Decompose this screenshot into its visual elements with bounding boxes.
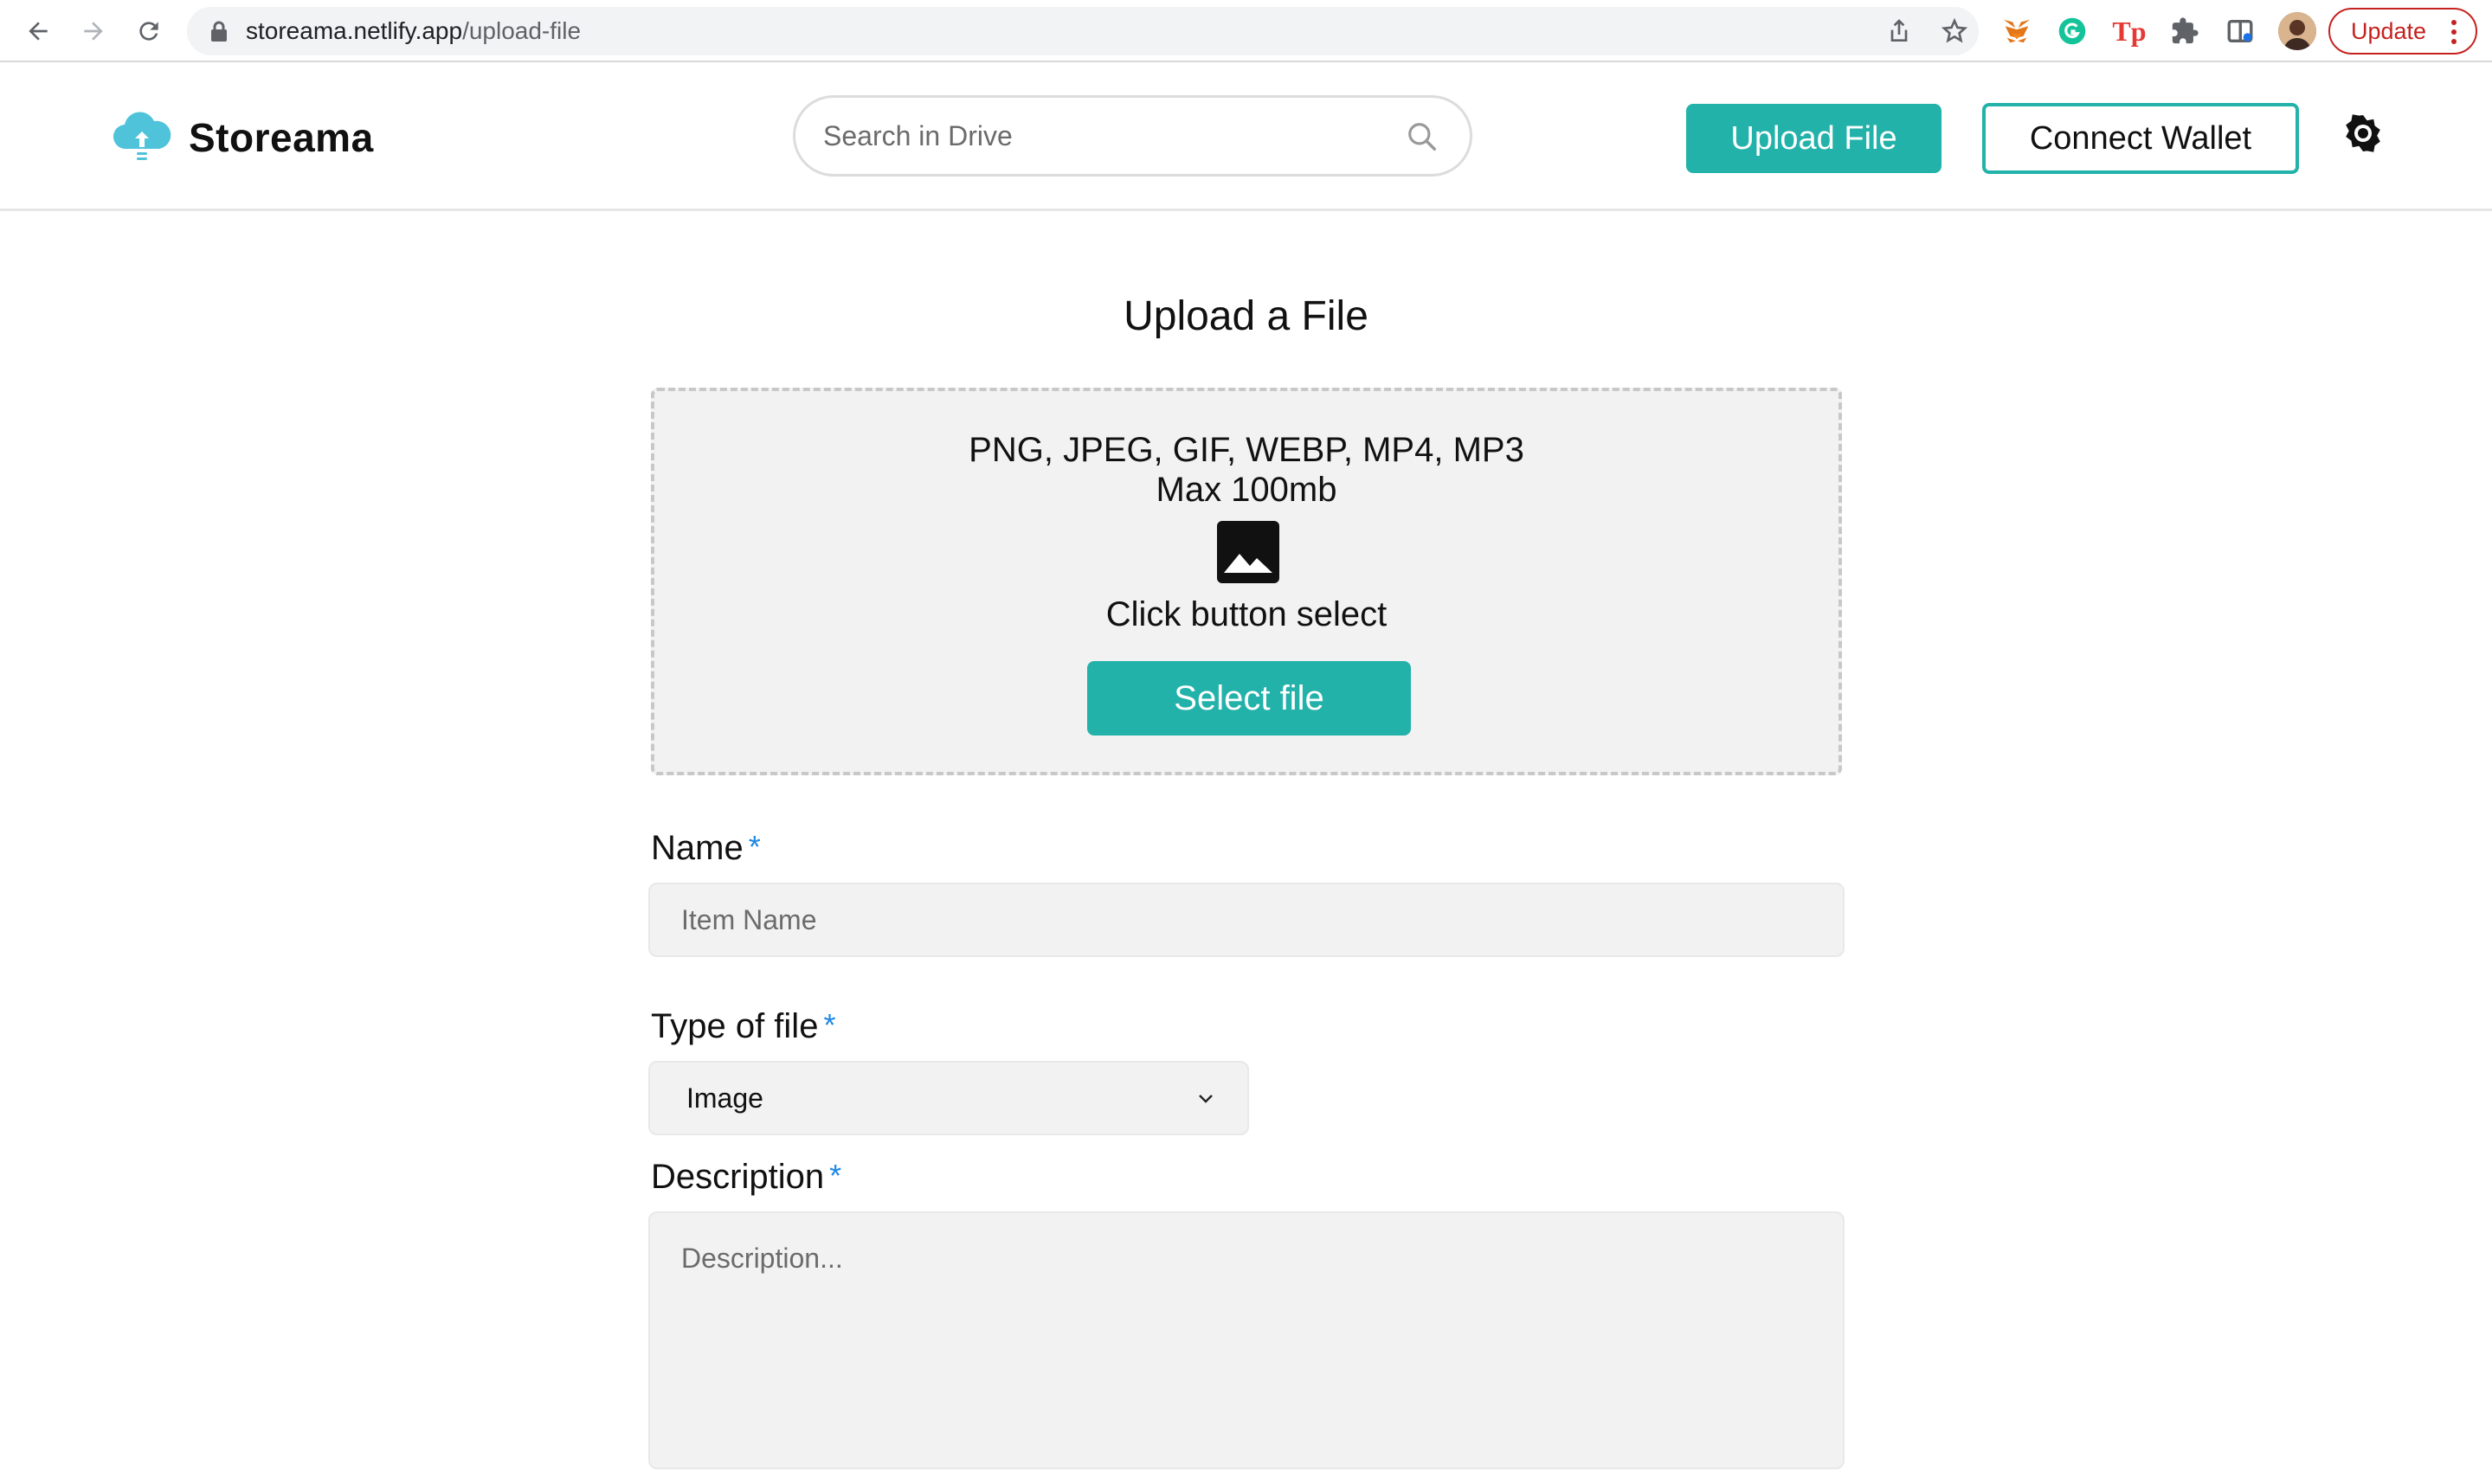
description-textarea[interactable]	[648, 1211, 1845, 1469]
connect-wallet-button[interactable]: Connect Wallet	[1982, 103, 2299, 174]
search-input[interactable]	[823, 98, 1377, 174]
browser-toolbar: storeama.netlify.app/upload-file Tp Upda…	[0, 0, 2492, 62]
description-label: Description *	[651, 1158, 841, 1197]
name-label: Name *	[651, 829, 761, 868]
search-icon[interactable]	[1406, 120, 1439, 153]
arrow-right-icon	[84, 22, 103, 41]
search-box[interactable]	[793, 95, 1472, 177]
arrow-left-icon	[29, 22, 48, 41]
cloud-upload-icon	[113, 112, 171, 160]
share-icon[interactable]	[1885, 17, 1913, 45]
page-title: Upload a File	[1124, 293, 1368, 339]
dropzone-hint: Click button select	[1105, 595, 1388, 633]
max-size-note: Max 100mb	[1156, 471, 1337, 509]
tp-label: Tp	[2112, 15, 2147, 47]
allowed-formats: PNG, JPEG, GIF, WEBP, MP4, MP3	[969, 431, 1524, 469]
file-dropzone[interactable]: PNG, JPEG, GIF, WEBP, MP4, MP3 Max 100mb…	[651, 388, 1842, 775]
file-type-label: Type of file *	[651, 1007, 835, 1046]
address-bar[interactable]: storeama.netlify.app/upload-file	[187, 7, 1979, 55]
tp-extension-icon[interactable]: Tp	[2112, 14, 2147, 48]
chevron-down-icon	[1199, 1095, 1213, 1103]
file-type-select[interactable]: Image	[648, 1061, 1249, 1135]
update-button[interactable]: Update	[2328, 8, 2477, 55]
image-icon	[1217, 521, 1279, 583]
more-vert-icon	[2451, 20, 2457, 44]
bookmark-star-icon[interactable]	[1941, 17, 1968, 45]
url-host: storeama.netlify.app	[246, 17, 463, 44]
brand-name: Storeama	[189, 115, 374, 160]
metamask-fox-icon[interactable]	[1999, 14, 2034, 48]
file-type-label-text: Type of file	[651, 1007, 819, 1045]
app-header: Storeama Upload File Connect Wallet	[0, 64, 2492, 211]
select-file-button[interactable]: Select file	[1087, 661, 1411, 736]
reading-list-icon[interactable]	[2223, 14, 2257, 48]
lock-icon	[211, 21, 227, 42]
reload-icon	[139, 22, 158, 41]
profile-avatar[interactable]	[2278, 12, 2316, 50]
required-marker: *	[748, 829, 761, 864]
puzzle-icon[interactable]	[2167, 14, 2202, 48]
upload-file-button[interactable]: Upload File	[1686, 104, 1941, 173]
description-label-text: Description	[651, 1158, 825, 1196]
forward-button[interactable]	[74, 12, 113, 50]
theme-toggle-icon[interactable]	[2342, 112, 2384, 154]
file-type-selected: Image	[686, 1082, 763, 1114]
back-button[interactable]	[19, 12, 57, 50]
required-marker: *	[823, 1007, 836, 1043]
update-label: Update	[2351, 17, 2427, 44]
required-marker: *	[829, 1158, 842, 1193]
reload-button[interactable]	[130, 12, 168, 50]
url-path: /upload-file	[462, 17, 582, 44]
url-text: storeama.netlify.app/upload-file	[246, 7, 581, 55]
brand-logo[interactable]: Storeama	[109, 111, 374, 164]
name-label-text: Name	[651, 829, 744, 867]
item-name-input[interactable]	[648, 883, 1845, 957]
grammarly-icon[interactable]	[2055, 14, 2090, 48]
